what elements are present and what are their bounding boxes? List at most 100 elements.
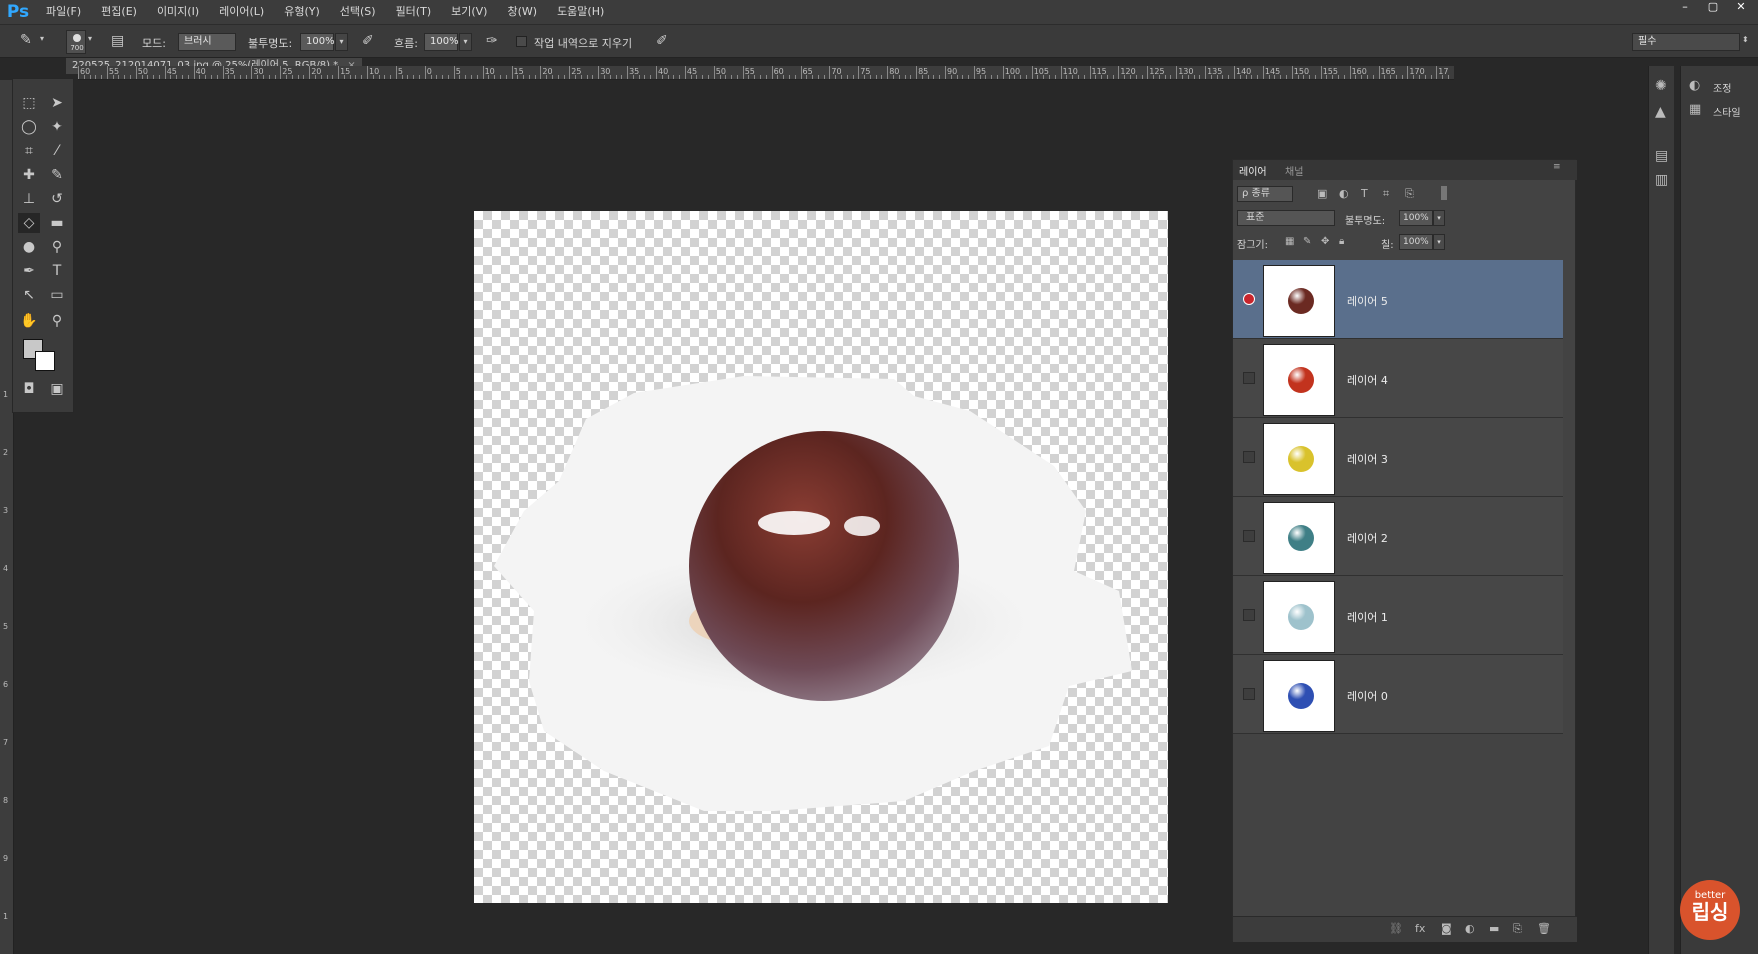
adjustments-icon[interactable]: ◐ (1689, 78, 1700, 93)
restore-button[interactable]: ▢ (1700, 0, 1726, 14)
marquee-tool-icon[interactable]: ⬚ (18, 93, 40, 113)
type-tool-icon[interactable]: T (46, 261, 68, 281)
workspace-dropdown-icon[interactable]: ⬍ (1742, 35, 1749, 44)
layer-visibility-toggle[interactable] (1243, 451, 1255, 463)
histogram-icon[interactable]: ▲ (1655, 104, 1666, 120)
adjustments-label[interactable]: 조정 (1713, 80, 1731, 95)
menu-item[interactable]: 파일(F) (36, 0, 91, 24)
brush-tool-icon[interactable]: ✎ (46, 165, 68, 185)
filter-adjustment-icon[interactable]: ◐ (1339, 187, 1349, 200)
gradient-tool-icon[interactable]: ▬ (46, 213, 68, 233)
blur-tool-icon[interactable]: ● (18, 237, 40, 257)
layer-visibility-toggle[interactable] (1243, 688, 1255, 700)
adjustment-layer-icon[interactable]: ◐ (1465, 922, 1475, 935)
minimize-button[interactable]: – (1672, 0, 1698, 14)
layer-visibility-toggle[interactable] (1243, 293, 1255, 305)
layer-name[interactable]: 레이어 5 (1347, 293, 1388, 309)
brush-picker-arrow-icon[interactable]: ▾ (88, 34, 92, 43)
lock-all-icon[interactable]: 🔒︎ (1339, 236, 1344, 247)
menu-item[interactable]: 레이어(L) (209, 0, 274, 24)
layer-name[interactable]: 레이어 3 (1347, 451, 1388, 467)
opacity-dropdown-icon[interactable]: ▾ (335, 33, 348, 51)
clone-stamp-tool-icon[interactable]: ⊥ (18, 189, 40, 209)
shape-tool-icon[interactable]: ▭ (46, 285, 68, 305)
filter-pixel-icon[interactable]: ▣ (1317, 187, 1327, 200)
pressure-size-icon[interactable]: ✐ (656, 33, 668, 49)
blend-mode-select[interactable]: 표준 (1237, 210, 1335, 226)
healing-brush-tool-icon[interactable]: ✚ (18, 165, 40, 185)
new-layer-icon[interactable]: ⎘ (1513, 922, 1522, 936)
pen-tool-icon[interactable]: ✒ (18, 261, 40, 281)
menu-item[interactable]: 이미지(I) (147, 0, 209, 24)
fx-icon[interactable]: fx (1415, 922, 1425, 935)
quick-mask-icon[interactable]: ◘ (18, 379, 40, 399)
layer-opacity-dropdown-icon[interactable]: ▾ (1433, 210, 1445, 226)
layer-row[interactable]: 레이어 4 (1233, 339, 1563, 418)
lock-position-icon[interactable]: ✥ (1321, 236, 1329, 247)
erase-history-checkbox[interactable] (516, 36, 527, 47)
link-layers-icon[interactable]: ⛓ (1389, 922, 1403, 935)
zoom-tool-icon[interactable]: ⚲ (46, 311, 68, 331)
brush-panel-toggle-icon[interactable]: ▤ (111, 33, 124, 49)
layer-visibility-toggle[interactable] (1243, 530, 1255, 542)
menu-item[interactable]: 선택(S) (330, 0, 386, 24)
new-group-icon[interactable]: ▬ (1489, 922, 1499, 935)
filter-type-icon[interactable]: T (1361, 187, 1368, 200)
background-color-swatch[interactable] (35, 351, 55, 371)
lock-pixels-icon[interactable]: ✎ (1303, 236, 1311, 247)
workspace-select[interactable]: 필수 (1632, 33, 1740, 51)
lasso-tool-icon[interactable]: ◯ (18, 117, 40, 137)
delete-layer-icon[interactable]: 🗑︎ (1537, 922, 1551, 935)
flow-dropdown-icon[interactable]: ▾ (459, 33, 472, 51)
eyedropper-tool-icon[interactable]: ⁄ (46, 141, 68, 161)
screen-mode-icon[interactable]: ▣ (46, 379, 68, 399)
info-panel-icon[interactable]: ▤ (1655, 148, 1668, 164)
styles-label[interactable]: 스타일 (1713, 104, 1741, 119)
styles-icon[interactable]: ▦ (1689, 102, 1701, 117)
add-mask-icon[interactable]: ◙ (1441, 922, 1452, 935)
move-tool-icon[interactable]: ➤ (46, 93, 68, 113)
layer-visibility-toggle[interactable] (1243, 372, 1255, 384)
menu-item[interactable]: 편집(E) (91, 0, 147, 24)
layer-row[interactable]: 레이어 0 (1233, 655, 1563, 734)
magic-wand-tool-icon[interactable]: ✦ (46, 117, 68, 137)
menu-item[interactable]: 보기(V) (441, 0, 497, 24)
layer-visibility-toggle[interactable] (1243, 609, 1255, 621)
layer-opacity-field[interactable]: 100% (1399, 210, 1433, 226)
eraser-tool-selected-icon[interactable]: ◇ (18, 213, 40, 233)
layer-name[interactable]: 레이어 4 (1347, 372, 1388, 388)
layer-filter-select[interactable]: ρ 종류 (1237, 186, 1293, 202)
flow-field[interactable]: 100% (424, 33, 459, 51)
menu-item[interactable]: 도움말(H) (547, 0, 614, 24)
lock-transparent-icon[interactable]: ▦ (1285, 236, 1294, 247)
airbrush-icon[interactable]: ✑ (486, 33, 498, 49)
path-select-tool-icon[interactable]: ↖ (18, 285, 40, 305)
mode-select[interactable]: 브러시 (178, 33, 236, 51)
close-button[interactable]: ✕ (1728, 0, 1754, 14)
filter-shape-icon[interactable]: ⌗ (1383, 187, 1389, 201)
fill-dropdown-icon[interactable]: ▾ (1433, 234, 1445, 250)
dodge-tool-icon[interactable]: ⚲ (46, 237, 68, 257)
tab-channels[interactable]: 채널 (1285, 163, 1303, 178)
navigator-icon[interactable]: ✺ (1655, 78, 1667, 94)
panel-menu-icon[interactable]: ≡ (1553, 162, 1561, 172)
tab-layers[interactable]: 레이어 (1239, 163, 1267, 178)
filter-toggle-icon[interactable] (1441, 186, 1447, 200)
hand-tool-icon[interactable]: ✋ (18, 311, 40, 331)
menu-item[interactable]: 유형(Y) (274, 0, 330, 24)
layer-row[interactable]: 레이어 2 (1233, 497, 1563, 576)
eraser-tool-icon[interactable]: ✎ (20, 32, 32, 48)
layer-row[interactable]: 레이어 3 (1233, 418, 1563, 497)
layer-name[interactable]: 레이어 2 (1347, 530, 1388, 546)
layer-row[interactable]: 레이어 5 (1233, 260, 1563, 339)
menu-item[interactable]: 필터(T) (386, 0, 442, 24)
tool-preset-dropdown-icon[interactable]: ▾ (40, 34, 44, 43)
pressure-opacity-icon[interactable]: ✐ (362, 33, 374, 49)
layer-name[interactable]: 레이어 0 (1347, 688, 1388, 704)
history-brush-tool-icon[interactable]: ↺ (46, 189, 68, 209)
layer-name[interactable]: 레이어 1 (1347, 609, 1388, 625)
opacity-field[interactable]: 100% (300, 33, 335, 51)
brush-preset-picker[interactable]: 700 (66, 30, 86, 54)
document-canvas[interactable] (474, 211, 1168, 903)
notes-panel-icon[interactable]: ▥ (1655, 172, 1668, 188)
